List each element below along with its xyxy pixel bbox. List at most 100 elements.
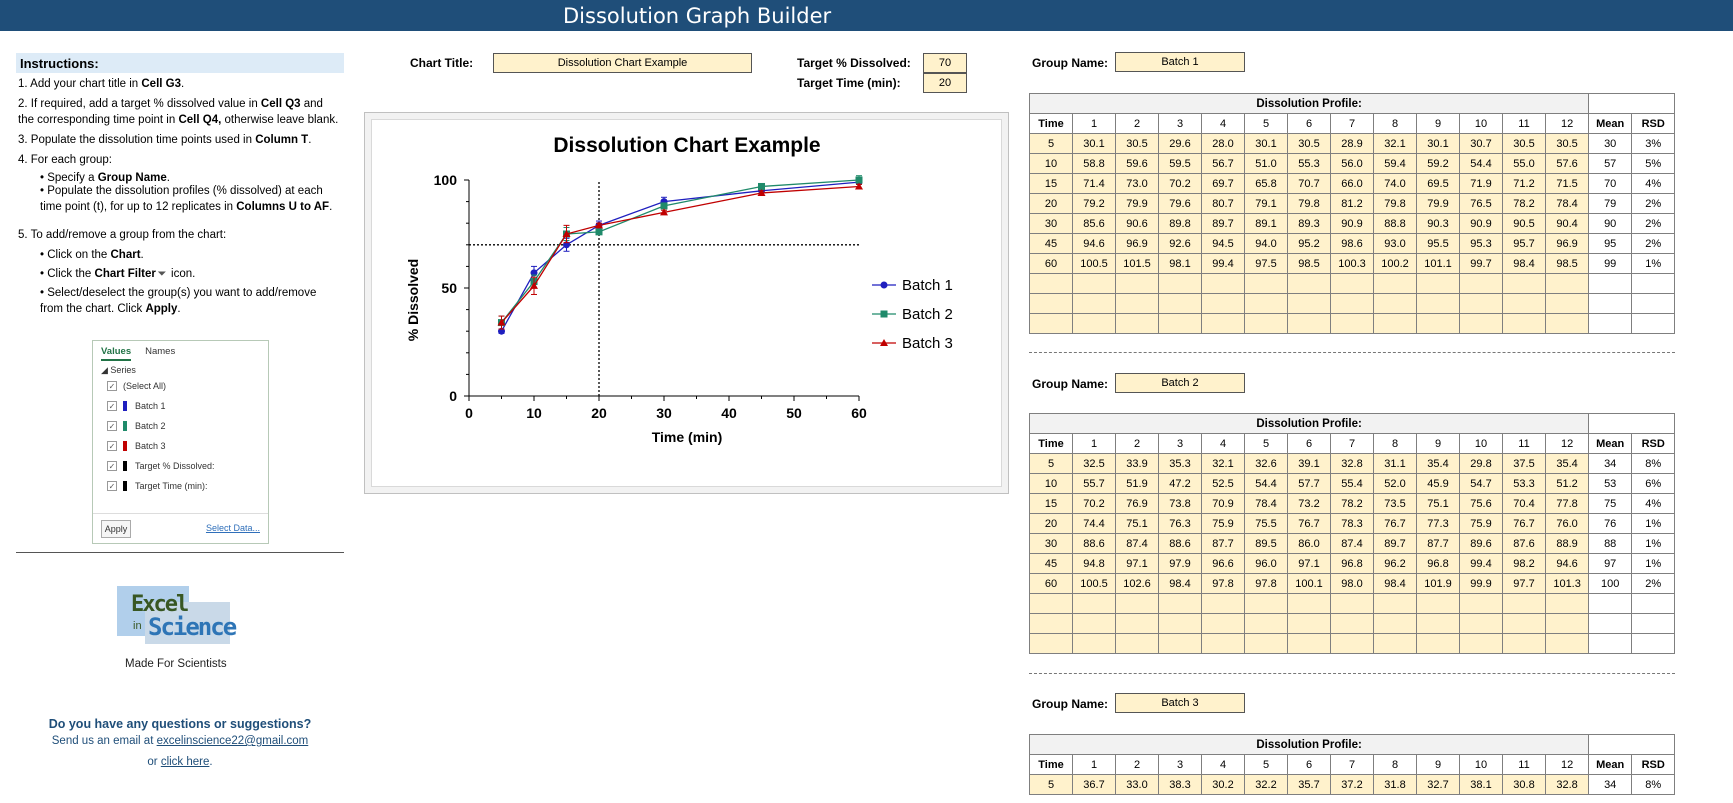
replicate-cell[interactable]: 76.5 (1459, 193, 1503, 214)
replicate-cell[interactable] (1416, 613, 1460, 634)
dissolution-chart[interactable]: Dissolution Chart Example % Dissolved Ti… (364, 112, 1009, 494)
replicate-cell[interactable]: 53.3 (1502, 473, 1546, 494)
replicate-cell[interactable]: 97.9 (1158, 553, 1202, 574)
replicate-cell[interactable] (1287, 273, 1331, 294)
replicate-cell[interactable] (1459, 613, 1503, 634)
replicate-cell[interactable]: 100.5 (1072, 253, 1116, 274)
replicate-cell[interactable] (1330, 313, 1374, 334)
replicate-cell[interactable]: 101.1 (1416, 253, 1460, 274)
replicate-cell[interactable]: 32.8 (1330, 453, 1374, 474)
replicate-cell[interactable]: 98.5 (1544, 253, 1590, 274)
replicate-cell[interactable] (1373, 633, 1417, 654)
replicate-cell[interactable]: 94.8 (1072, 553, 1116, 574)
replicate-cell[interactable]: 51.9 (1115, 473, 1159, 494)
replicate-cell[interactable]: 73.5 (1373, 493, 1417, 514)
group-name-input[interactable]: Batch 3 (1115, 693, 1245, 713)
replicate-cell[interactable]: 76.7 (1287, 513, 1331, 534)
time-cell[interactable] (1029, 633, 1073, 654)
replicate-cell[interactable]: 89.7 (1201, 213, 1245, 234)
replicate-cell[interactable]: 28.9 (1330, 133, 1374, 154)
replicate-cell[interactable]: 90.9 (1459, 213, 1503, 234)
replicate-cell[interactable] (1502, 293, 1546, 314)
filter-series-item[interactable]: ✓ Batch 2 (93, 416, 268, 436)
checkbox-checked-icon[interactable]: ✓ (107, 381, 117, 391)
checkbox-checked-icon[interactable]: ✓ (107, 461, 117, 471)
replicate-cell[interactable]: 30.1 (1072, 133, 1116, 154)
replicate-cell[interactable]: 87.6 (1502, 533, 1546, 554)
replicate-cell[interactable]: 70.4 (1502, 493, 1546, 514)
replicate-cell[interactable]: 89.8 (1158, 213, 1202, 234)
replicate-cell[interactable]: 71.5 (1544, 173, 1590, 194)
replicate-cell[interactable]: 99.7 (1459, 253, 1503, 274)
replicate-cell[interactable]: 98.6 (1330, 233, 1374, 254)
replicate-cell[interactable]: 47.2 (1158, 473, 1202, 494)
replicate-cell[interactable] (1201, 293, 1245, 314)
replicate-cell[interactable]: 98.0 (1330, 573, 1374, 594)
replicate-cell[interactable]: 56.0 (1330, 153, 1374, 174)
replicate-cell[interactable] (1373, 273, 1417, 294)
replicate-cell[interactable] (1459, 313, 1503, 334)
filter-series-item[interactable]: ✓ Batch 3 (93, 436, 268, 456)
replicate-cell[interactable] (1459, 633, 1503, 654)
replicate-cell[interactable]: 56.7 (1201, 153, 1245, 174)
replicate-cell[interactable]: 79.9 (1115, 193, 1159, 214)
replicate-cell[interactable]: 32.2 (1244, 774, 1288, 795)
time-cell[interactable]: 60 (1029, 573, 1073, 594)
replicate-cell[interactable]: 75.1 (1416, 493, 1460, 514)
replicate-cell[interactable] (1287, 293, 1331, 314)
replicate-cell[interactable]: 55.4 (1330, 473, 1374, 494)
replicate-cell[interactable]: 32.6 (1244, 453, 1288, 474)
time-cell[interactable] (1029, 313, 1073, 334)
time-cell[interactable]: 15 (1029, 173, 1073, 194)
replicate-cell[interactable]: 29.8 (1459, 453, 1503, 474)
replicate-cell[interactable]: 80.7 (1201, 193, 1245, 214)
time-cell[interactable] (1029, 293, 1073, 314)
replicate-cell[interactable] (1373, 593, 1417, 614)
replicate-cell[interactable] (1544, 273, 1590, 294)
target-pct-input[interactable]: 70 (923, 53, 967, 73)
replicate-cell[interactable]: 89.5 (1244, 533, 1288, 554)
contact-email-link[interactable]: excelinscience22@gmail.com (157, 735, 309, 747)
time-cell[interactable]: 5 (1029, 453, 1073, 474)
replicate-cell[interactable] (1416, 313, 1460, 334)
replicate-cell[interactable] (1502, 633, 1546, 654)
replicate-cell[interactable]: 89.3 (1287, 213, 1331, 234)
checkbox-checked-icon[interactable]: ✓ (107, 421, 117, 431)
replicate-cell[interactable] (1158, 273, 1202, 294)
replicate-cell[interactable]: 100.1 (1287, 573, 1331, 594)
replicate-cell[interactable]: 32.1 (1201, 453, 1245, 474)
replicate-cell[interactable]: 30.5 (1287, 133, 1331, 154)
replicate-cell[interactable]: 96.0 (1244, 553, 1288, 574)
replicate-cell[interactable]: 90.5 (1502, 213, 1546, 234)
replicate-cell[interactable]: 54.4 (1459, 153, 1503, 174)
replicate-cell[interactable]: 69.7 (1201, 173, 1245, 194)
replicate-cell[interactable] (1244, 313, 1288, 334)
replicate-cell[interactable]: 97.1 (1115, 553, 1159, 574)
replicate-cell[interactable]: 94.0 (1244, 233, 1288, 254)
replicate-cell[interactable] (1201, 593, 1245, 614)
replicate-cell[interactable]: 98.4 (1158, 573, 1202, 594)
replicate-cell[interactable] (1201, 273, 1245, 294)
replicate-cell[interactable]: 55.3 (1287, 153, 1331, 174)
replicate-cell[interactable] (1459, 593, 1503, 614)
replicate-cell[interactable]: 79.6 (1158, 193, 1202, 214)
replicate-cell[interactable]: 96.8 (1416, 553, 1460, 574)
replicate-cell[interactable]: 95.5 (1416, 233, 1460, 254)
time-cell[interactable]: 60 (1029, 253, 1073, 274)
replicate-cell[interactable]: 93.0 (1373, 233, 1417, 254)
replicate-cell[interactable]: 101.5 (1115, 253, 1159, 274)
replicate-cell[interactable]: 38.1 (1459, 774, 1503, 795)
replicate-cell[interactable] (1544, 313, 1590, 334)
replicate-cell[interactable] (1459, 293, 1503, 314)
replicate-cell[interactable]: 94.6 (1544, 553, 1590, 574)
replicate-cell[interactable]: 89.1 (1244, 213, 1288, 234)
replicate-cell[interactable]: 30.8 (1502, 774, 1546, 795)
replicate-cell[interactable]: 33.0 (1115, 774, 1159, 795)
filter-series-item[interactable]: ✓ (Select All) (93, 376, 268, 396)
replicate-cell[interactable]: 96.6 (1201, 553, 1245, 574)
replicate-cell[interactable]: 59.4 (1373, 153, 1417, 174)
time-cell[interactable]: 5 (1029, 774, 1073, 795)
time-cell[interactable]: 20 (1029, 193, 1073, 214)
replicate-cell[interactable]: 78.4 (1244, 493, 1288, 514)
replicate-cell[interactable]: 69.5 (1416, 173, 1460, 194)
